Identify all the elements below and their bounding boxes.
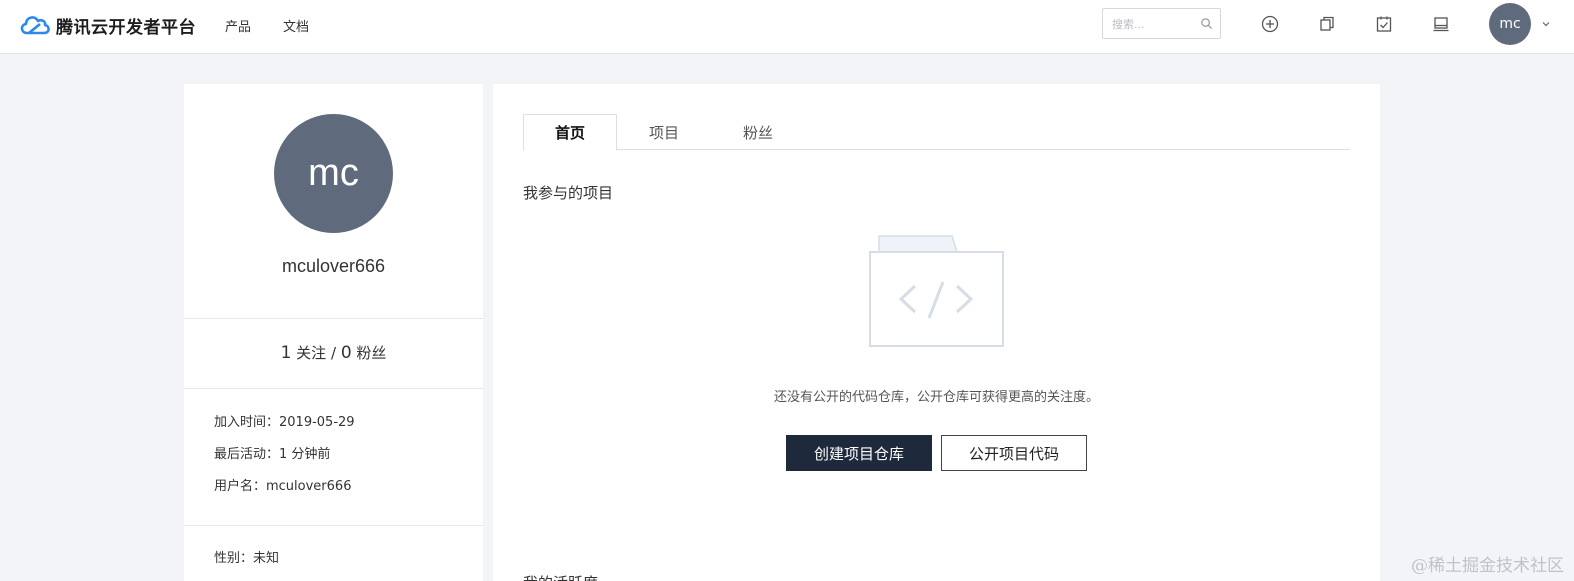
join-date: 加入时间：2019-05-29 [214,415,355,430]
top-navbar: 腾讯云开发者平台 产品 文档 mc [0,0,1574,54]
section-title-activity: 我的活跃度 [523,572,598,581]
create-repo-button[interactable]: 创建项目仓库 [786,435,932,471]
divider [184,525,483,526]
brand-logo[interactable]: 腾讯云开发者平台 [18,10,196,40]
empty-code-repo-icon [869,235,1004,347]
empty-repo-message: 还没有公开的代码仓库，公开仓库可获得更高的关注度。 [773,390,1099,405]
followers-link[interactable]: 0 粉丝 [340,343,387,363]
last-active: 最后活动：1 分钟前 [214,447,331,462]
brand-name: 腾讯云开发者平台 [56,17,196,38]
chevron-down-icon[interactable] [1541,19,1551,29]
gender-info: 性别：未知 [214,551,280,566]
following-label: 关注 [296,344,327,362]
watermark: @稀土掘金技术社区 [1411,556,1564,576]
user-avatar-menu[interactable]: mc [1489,3,1531,45]
laptop-icon[interactable] [1432,15,1450,33]
search-input[interactable] [1112,16,1192,32]
profile-tabs: 首页 项目 粉丝 [523,114,1350,151]
section-title-projects: 我参与的项目 [523,184,614,202]
divider [184,318,483,319]
username-info: 用户名：mculover666 [214,479,352,494]
clipboard-check-icon[interactable] [1375,15,1393,33]
copy-icon[interactable] [1318,15,1336,33]
nav-products-link[interactable]: 产品 [225,16,251,35]
publish-code-button[interactable]: 公开项目代码 [941,435,1087,471]
following-link[interactable]: 1 关注 [280,343,327,363]
follow-stats: 1 关注 / 0 粉丝 [184,342,483,363]
nav-docs-link[interactable]: 文档 [283,16,309,35]
profile-avatar: mc [274,114,393,233]
follow-separator: / [330,344,337,362]
tab-projects[interactable]: 项目 [617,114,711,150]
tab-followers[interactable]: 粉丝 [711,114,805,150]
search-box [1102,8,1221,39]
followers-count: 0 [340,343,352,363]
tab-home[interactable]: 首页 [523,114,617,151]
following-count: 1 [280,343,292,363]
plus-circle-icon[interactable] [1261,15,1279,33]
followers-label: 粉丝 [356,344,387,362]
divider [184,388,483,389]
profile-username: mculover666 [281,256,386,276]
main-panel: 首页 项目 粉丝 我参与的项目 还没有公开的代码仓库，公开仓库可获得更高的关注度… [493,84,1380,581]
cloud-logo-icon [20,16,50,35]
profile-card: mc mculover666 1 关注 / 0 粉丝 加入时间：2019-05-… [184,84,483,581]
search-icon[interactable] [1200,17,1213,30]
